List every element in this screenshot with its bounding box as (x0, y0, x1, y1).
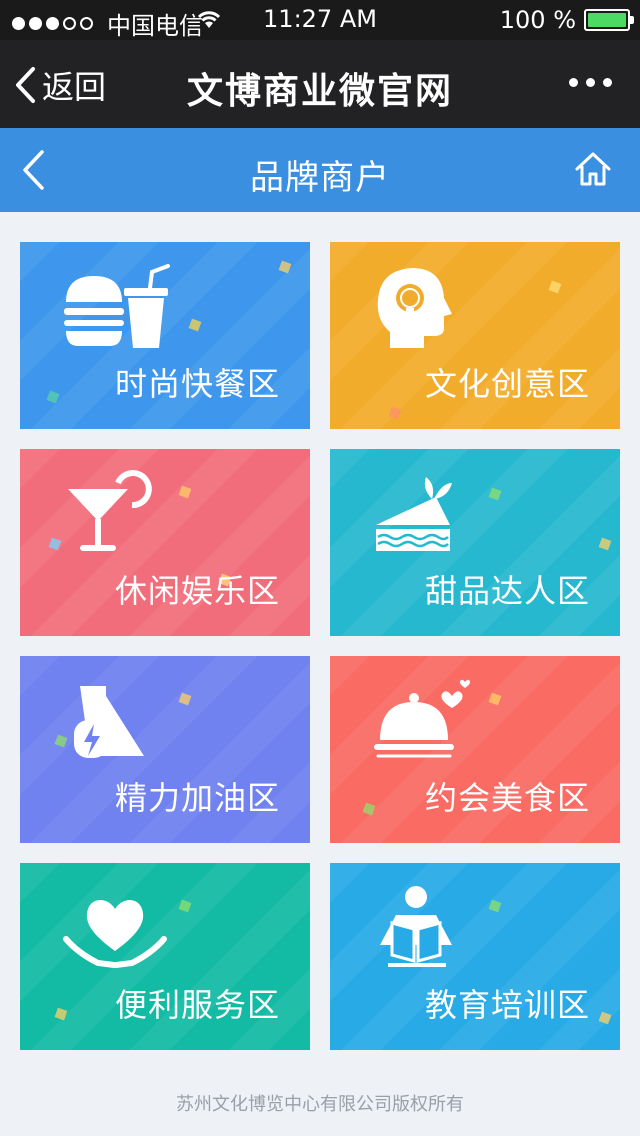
energy-drink-icon (74, 686, 144, 758)
category-grid: 时尚快餐区 文化创意区 休闲娱乐区 甜品达人区 精力加油区 约会美食区 便利服务… (20, 242, 620, 1050)
home-button[interactable] (574, 150, 612, 188)
tile-education-training[interactable]: 教育培训区 (330, 863, 620, 1050)
battery-percent: 100 % (499, 6, 576, 34)
status-bar: 中国电信 11:27 AM 100 % (0, 0, 640, 40)
head-lightbulb-icon (377, 268, 452, 348)
tile-fast-food[interactable]: 时尚快餐区 (20, 242, 310, 429)
section-header: 品牌商户 (0, 128, 640, 212)
copyright-footer: 苏州文化博览中心有限公司版权所有 (176, 1094, 464, 1115)
section-title: 品牌商户 (250, 158, 390, 198)
cake-icon (376, 477, 452, 551)
cocktail-icon (68, 470, 152, 551)
page-title: 文博商业微官网 (186, 71, 453, 112)
reading-person-icon (380, 886, 452, 967)
more-icon (569, 78, 578, 87)
cloche-heart-icon (374, 679, 471, 758)
heart-hands-icon (63, 900, 167, 968)
tile-label: 时尚快餐区 (114, 365, 280, 403)
tile-label: 教育培训区 (424, 986, 590, 1024)
tile-label: 休闲娱乐区 (114, 572, 280, 610)
tile-culture-creative[interactable]: 文化创意区 (330, 242, 620, 429)
tile-label: 甜品达人区 (424, 572, 590, 610)
tile-label: 精力加油区 (114, 779, 280, 817)
tile-label: 便利服务区 (114, 986, 280, 1024)
tile-dating-dining[interactable]: 约会美食区 (330, 656, 620, 843)
wechat-nav-bar: 返回 文博商业微官网 (0, 40, 640, 128)
tile-leisure-entertainment[interactable]: 休闲娱乐区 (20, 449, 310, 636)
tile-convenience-service[interactable]: 便利服务区 (20, 863, 310, 1050)
tile-dessert[interactable]: 甜品达人区 (330, 449, 620, 636)
tile-energy[interactable]: 精力加油区 (20, 656, 310, 843)
tile-label: 约会美食区 (424, 779, 590, 817)
tile-label: 文化创意区 (424, 365, 590, 403)
more-options-button[interactable] (569, 78, 612, 87)
battery-icon (584, 9, 634, 31)
burger-drink-icon (64, 264, 170, 348)
battery-status: 100 % (499, 6, 634, 34)
